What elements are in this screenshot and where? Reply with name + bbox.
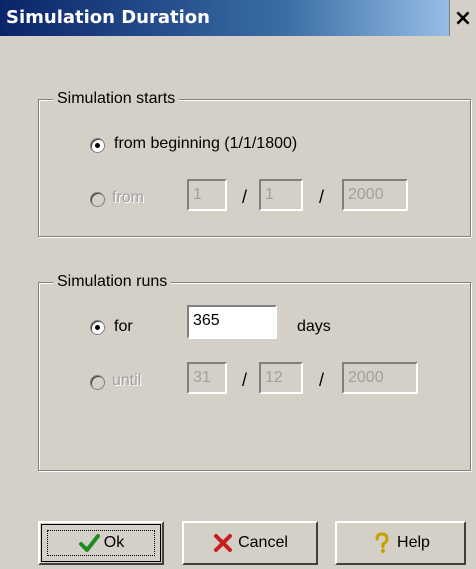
start-month-field[interactable]: 1 xyxy=(259,179,303,211)
end-year-field[interactable]: 2000 xyxy=(342,362,418,394)
ok-button-label: Ok xyxy=(103,534,125,551)
radio-from-beginning[interactable] xyxy=(90,138,105,153)
title-bar: Simulation Duration × xyxy=(0,0,476,36)
date-separator: / xyxy=(242,187,248,207)
radio-for-days-label[interactable]: for xyxy=(114,317,133,337)
window-title: Simulation Duration xyxy=(6,7,210,28)
simulation-starts-legend: Simulation starts xyxy=(53,89,180,109)
simulation-runs-legend: Simulation runs xyxy=(53,272,172,292)
ok-button[interactable]: Ok xyxy=(38,521,164,565)
cancel-button-label: Cancel xyxy=(238,534,288,551)
cancel-button[interactable]: Cancel xyxy=(182,521,318,565)
days-unit-label: days xyxy=(297,318,331,335)
date-separator: / xyxy=(319,370,325,390)
start-year-field[interactable]: 2000 xyxy=(342,179,408,211)
duration-days-input[interactable]: 365 xyxy=(187,305,277,339)
date-separator: / xyxy=(319,187,325,207)
radio-from-beginning-label[interactable]: from beginning (1/1/1800) xyxy=(114,134,297,154)
radio-for-days[interactable] xyxy=(90,320,105,335)
help-button[interactable]: Help xyxy=(335,521,466,565)
radio-until-date[interactable] xyxy=(90,375,105,390)
end-month-field[interactable]: 12 xyxy=(259,362,303,394)
simulation-runs-group: Simulation runs for 365 days until 31 / … xyxy=(38,272,471,471)
end-day-field[interactable]: 31 xyxy=(187,362,227,394)
check-icon xyxy=(78,534,100,552)
radio-from-date-label[interactable]: from xyxy=(112,188,144,208)
date-separator: / xyxy=(242,370,248,390)
close-button[interactable]: × xyxy=(449,0,476,36)
close-icon: × xyxy=(453,5,473,31)
simulation-starts-group: Simulation starts from beginning (1/1/18… xyxy=(38,89,471,237)
radio-until-date-label[interactable]: until xyxy=(112,371,141,391)
radio-from-date[interactable] xyxy=(90,192,105,207)
question-icon xyxy=(375,532,389,553)
start-day-field[interactable]: 1 xyxy=(187,179,227,211)
x-icon xyxy=(214,534,233,552)
help-button-label: Help xyxy=(397,534,430,551)
